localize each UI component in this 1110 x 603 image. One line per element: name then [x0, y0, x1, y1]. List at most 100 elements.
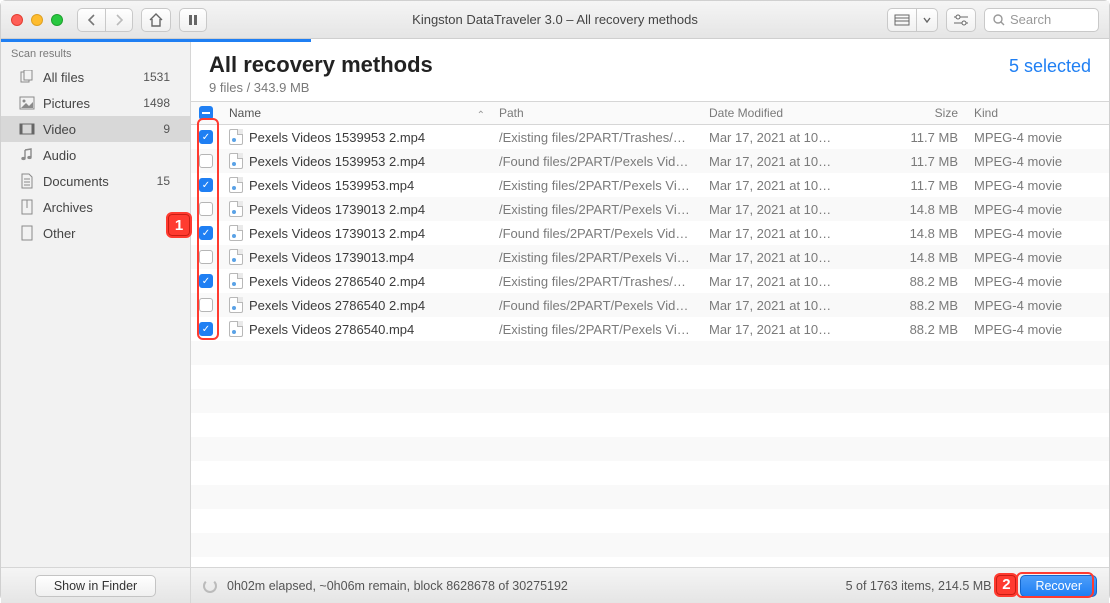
table-row[interactable]: ✓Pexels Videos 1739013 2.mp4/Found files… — [191, 221, 1109, 245]
settings-button[interactable] — [946, 8, 976, 32]
window-controls — [11, 14, 63, 26]
sidebar-item-count: 9 — [163, 122, 180, 136]
file-name: Pexels Videos 1739013 2.mp4 — [249, 202, 425, 217]
video-icon — [19, 121, 35, 137]
row-checkbox[interactable] — [199, 202, 213, 216]
table-row[interactable]: Pexels Videos 1739013 2.mp4/Existing fil… — [191, 197, 1109, 221]
file-icon — [229, 177, 243, 193]
sort-asc-icon: ⌃ — [477, 110, 485, 120]
file-name: Pexels Videos 2786540 2.mp4 — [249, 274, 425, 289]
file-icon — [229, 249, 243, 265]
file-icon — [229, 153, 243, 169]
row-checkbox[interactable]: ✓ — [199, 322, 213, 336]
file-path: /Existing files/2PART/Trashes/5… — [491, 130, 701, 145]
col-kind[interactable]: Kind — [966, 106, 1109, 120]
view-mode-button[interactable] — [887, 8, 916, 32]
row-checkbox[interactable] — [199, 154, 213, 168]
file-path: /Existing files/2PART/Trashes/5… — [491, 274, 701, 289]
table-row-empty — [191, 413, 1109, 437]
file-icon — [229, 297, 243, 313]
content: All recovery methods 9 files / 343.9 MB … — [191, 42, 1109, 567]
pictures-icon — [19, 95, 35, 111]
file-icon — [229, 273, 243, 289]
selection-summary: 5 of 1763 items, 214.5 MB t — [846, 579, 999, 593]
row-checkbox[interactable]: ✓ — [199, 178, 213, 192]
minimize-window-icon[interactable] — [31, 14, 43, 26]
close-window-icon[interactable] — [11, 14, 23, 26]
status-bar: 0h02m elapsed, ~0h06m remain, block 8628… — [191, 567, 1109, 603]
spinner-icon — [203, 579, 217, 593]
row-checkbox[interactable]: ✓ — [199, 226, 213, 240]
recover-button[interactable]: Recover — [1020, 575, 1097, 597]
col-size[interactable]: Size — [841, 106, 966, 120]
sidebar-item-label: Other — [43, 226, 76, 241]
archive-icon — [19, 199, 35, 215]
file-table: Name ⌃ Path Date Modified Size Kind ✓Pex… — [191, 101, 1109, 567]
search-icon — [993, 14, 1005, 26]
file-date: Mar 17, 2021 at 10:… — [701, 226, 841, 241]
row-checkbox[interactable] — [199, 298, 213, 312]
file-path: /Existing files/2PART/Pexels Vid… — [491, 250, 701, 265]
zoom-window-icon[interactable] — [51, 14, 63, 26]
file-kind: MPEG-4 movie — [966, 274, 1109, 289]
sidebar-item-label: Video — [43, 122, 76, 137]
file-kind: MPEG-4 movie — [966, 226, 1109, 241]
file-kind: MPEG-4 movie — [966, 178, 1109, 193]
table-row[interactable]: ✓Pexels Videos 2786540.mp4/Existing file… — [191, 317, 1109, 341]
view-mode-dropdown[interactable] — [916, 8, 938, 32]
table-row[interactable]: Pexels Videos 1739013.mp4/Existing files… — [191, 245, 1109, 269]
file-icon — [229, 225, 243, 241]
col-name-label: Name — [229, 106, 261, 120]
table-row-empty — [191, 461, 1109, 485]
table-row[interactable]: Pexels Videos 1539953 2.mp4/Found files/… — [191, 149, 1109, 173]
file-size: 11.7 MB — [841, 154, 966, 169]
table-row[interactable]: ✓ Pexels Videos 2786540 2.mp4/Existing fi… — [191, 269, 1109, 293]
selection-count[interactable]: 5 selected — [1009, 56, 1091, 77]
file-kind: MPEG-4 movie — [966, 322, 1109, 337]
scan-progress-text: 0h02m elapsed, ~0h06m remain, block 8628… — [227, 579, 568, 593]
table-row[interactable]: ✓Pexels Videos 1539953.mp4/Existing file… — [191, 173, 1109, 197]
file-icon — [229, 129, 243, 145]
file-path: /Found files/2PART/Pexels Vide… — [491, 298, 701, 313]
row-checkbox[interactable]: ✓ — [199, 274, 213, 288]
file-size: 14.8 MB — [841, 202, 966, 217]
col-date[interactable]: Date Modified — [701, 106, 841, 120]
col-path[interactable]: Path — [491, 106, 701, 120]
file-size: 14.8 MB — [841, 250, 966, 265]
file-date: Mar 17, 2021 at 10:… — [701, 202, 841, 217]
table-header: Name ⌃ Path Date Modified Size Kind — [191, 101, 1109, 125]
sidebar-item-documents[interactable]: Documents15 — [1, 168, 190, 194]
file-kind: MPEG-4 movie — [966, 250, 1109, 265]
sidebar-item-video[interactable]: Video 9 — [1, 116, 190, 142]
show-in-finder-button[interactable]: Show in Finder — [35, 575, 156, 597]
search-input[interactable]: Search — [984, 8, 1099, 32]
col-name[interactable]: Name ⌃ — [221, 106, 491, 120]
sidebar-item-archives[interactable]: Archives — [1, 194, 190, 220]
file-icon — [229, 321, 243, 337]
table-row-empty — [191, 437, 1109, 461]
file-date: Mar 17, 2021 at 10:… — [701, 154, 841, 169]
table-row[interactable]: ✓Pexels Videos 1539953 2.mp4/Existing fi… — [191, 125, 1109, 149]
home-button[interactable] — [141, 8, 171, 32]
sidebar-item-label: Pictures — [43, 96, 90, 111]
sidebar-item-all-files[interactable]: All files1531 — [1, 64, 190, 90]
row-checkbox[interactable] — [199, 250, 213, 264]
table-row[interactable]: Pexels Videos 2786540 2.mp4/Found files/… — [191, 293, 1109, 317]
file-size: 11.7 MB — [841, 178, 966, 193]
file-kind: MPEG-4 movie — [966, 154, 1109, 169]
file-date: Mar 17, 2021 at 10:… — [701, 322, 841, 337]
sidebar-item-other[interactable]: Other — [1, 220, 190, 246]
sidebar-item-pictures[interactable]: Pictures1498 — [1, 90, 190, 116]
select-all-checkbox[interactable] — [199, 106, 213, 120]
file-icon — [229, 201, 243, 217]
nav-back-button[interactable] — [77, 8, 105, 32]
sidebar-item-label: Documents — [43, 174, 109, 189]
page-subtitle: 9 files / 343.9 MB — [209, 80, 433, 95]
pause-scan-button[interactable] — [179, 8, 207, 32]
sidebar-item-label: Audio — [43, 148, 76, 163]
sidebar-item-count: 1531 — [143, 70, 180, 84]
annotation-badge-1: 1 — [166, 212, 192, 238]
row-checkbox[interactable]: ✓ — [199, 130, 213, 144]
sidebar-item-audio[interactable]: Audio — [1, 142, 190, 168]
nav-forward-button[interactable] — [105, 8, 133, 32]
